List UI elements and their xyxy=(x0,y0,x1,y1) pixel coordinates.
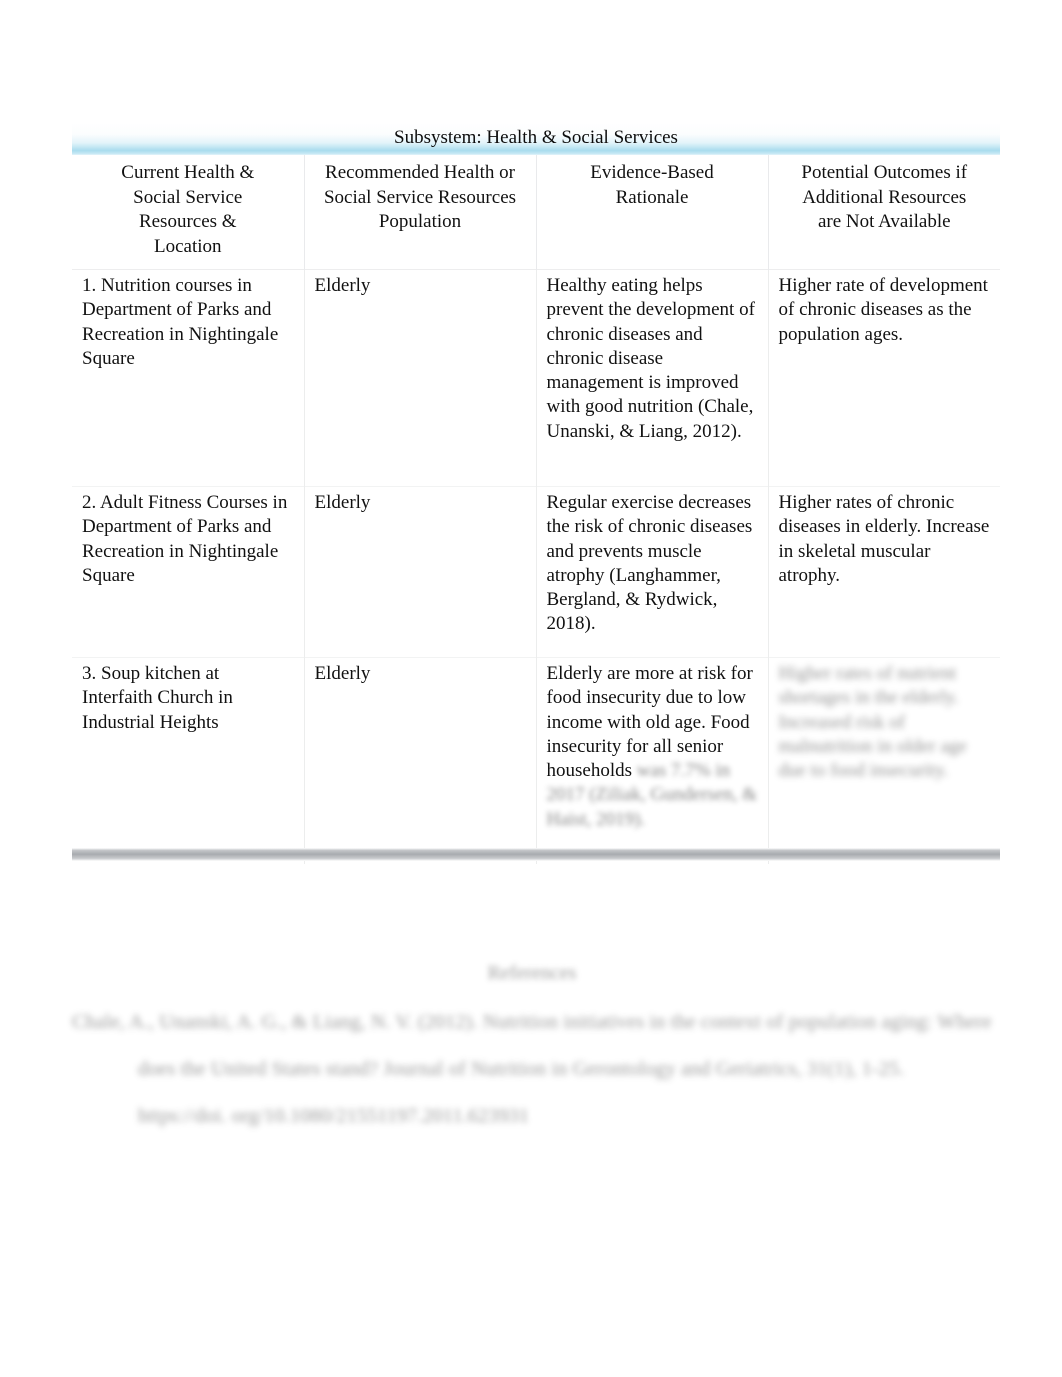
cell-rationale-text: Healthy eating helps prevent the develop… xyxy=(546,275,755,442)
header-line: are Not Available xyxy=(817,211,951,232)
table-head: Subsystem: Health & Social Services Curr… xyxy=(72,123,1000,270)
references-heading: References xyxy=(487,962,577,984)
cell-outcomes: Higher rate of development of chronic di… xyxy=(768,269,1000,487)
cell-population: Elderly xyxy=(304,486,537,658)
cell-rationale: Healthy eating helps prevent the develop… xyxy=(536,269,769,487)
header-line: Population xyxy=(378,211,462,232)
column-header-recommended-resources: Recommended Health or Social Service Res… xyxy=(304,155,537,270)
cell-outcomes-text: Higher rates of chronic diseases in elde… xyxy=(778,492,990,586)
cell-outcomes: Higher rates of chronic diseases in elde… xyxy=(768,486,1000,658)
header-line: Recommended Health or xyxy=(325,162,515,183)
cell-outcomes: Higher rates of nutrient shortages in th… xyxy=(768,657,1000,864)
subsystem-matrix-table: Subsystem: Health & Social Services Curr… xyxy=(72,123,1000,864)
cell-outcomes-text: Higher rate of development of chronic di… xyxy=(778,275,988,345)
header-line: Rationale xyxy=(615,186,689,208)
cell-rationale: Elderly are more at risk for food insecu… xyxy=(536,657,769,864)
cell-rationale-text: Regular exercise decreases the risk of c… xyxy=(546,492,753,635)
table-row: 1. Nutrition courses in Department of Pa… xyxy=(72,269,1000,487)
header-line: Additional Resources xyxy=(802,186,967,208)
header-line: Current Health & xyxy=(121,162,255,183)
reference-line: Chale, A., Unanski, A. G., & Liang, N. V… xyxy=(72,1011,784,1033)
subsystem-table-container: Subsystem: Health & Social Services Curr… xyxy=(72,123,1000,864)
cell-resource: 3. Soup kitchen at Interfaith Church in … xyxy=(72,657,305,864)
cell-resource: 2. Adult Fitness Courses in Department o… xyxy=(72,486,305,658)
reference-line: org/10.1080/21551197.2011.623931 xyxy=(231,1105,530,1127)
table-row: 3. Soup kitchen at Interfaith Church in … xyxy=(72,657,1000,864)
cell-resource: 1. Nutrition courses in Department of Pa… xyxy=(72,269,305,487)
document-page: Subsystem: Health & Social Services Curr… xyxy=(0,0,1062,1377)
column-header-evidence-rationale: Evidence-Based Rationale xyxy=(536,155,769,270)
table-title-row: Subsystem: Health & Social Services xyxy=(72,123,1000,155)
header-line: Resources & xyxy=(138,211,237,232)
header-line: Social Service xyxy=(133,186,243,208)
table-row: 2. Adult Fitness Courses in Department o… xyxy=(72,486,1000,658)
column-header-current-resources: Current Health & Social Service Resource… xyxy=(72,155,305,270)
header-line: Evidence-Based xyxy=(590,162,714,183)
cell-population: Elderly xyxy=(304,269,537,487)
header-line: Location xyxy=(153,235,222,257)
references-section: References Chale, A., Unanski, A. G., & … xyxy=(72,950,992,1140)
header-line: Potential Outcomes if xyxy=(801,162,968,183)
table-bottom-rule xyxy=(72,848,1000,861)
column-header-row: Current Health & Social Service Resource… xyxy=(72,155,1000,270)
reference-entry: Chale, A., Unanski, A. G., & Liang, N. V… xyxy=(72,999,992,1140)
table-title-cell: Subsystem: Health & Social Services xyxy=(72,123,1000,155)
cell-rationale: Regular exercise decreases the risk of c… xyxy=(536,486,769,658)
header-line: Social Service Resources xyxy=(323,186,517,208)
column-header-potential-outcomes: Potential Outcomes if Additional Resourc… xyxy=(768,155,1000,270)
cell-outcomes-text-obscured: Higher rates of nutrient shortages in th… xyxy=(778,663,967,782)
table-body: 1. Nutrition courses in Department of Pa… xyxy=(72,269,1000,864)
table-title: Subsystem: Health & Social Services xyxy=(72,123,1000,155)
cell-population: Elderly xyxy=(304,657,537,864)
